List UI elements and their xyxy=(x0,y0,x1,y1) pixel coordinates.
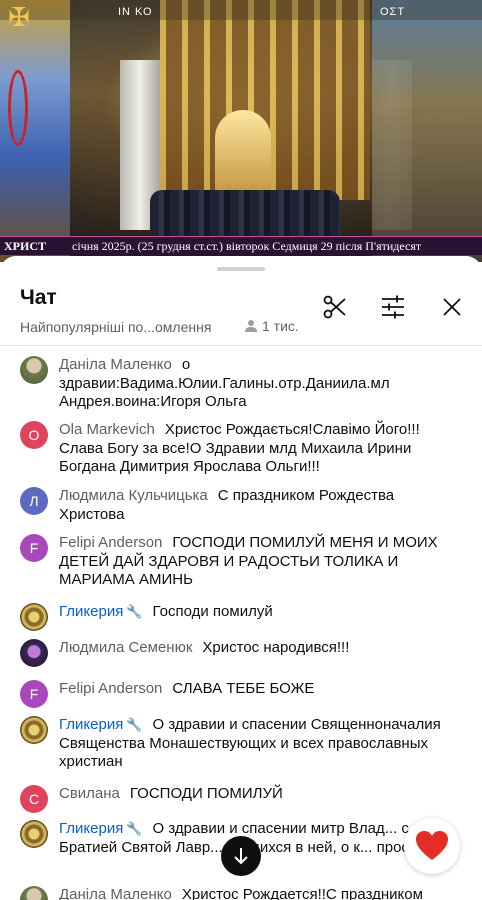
close-icon xyxy=(443,298,461,316)
wrench-icon: 🔧 xyxy=(126,604,143,619)
chat-message-body: Felipi Anderson СЛАВА ТЕБЕ БОЖЕ xyxy=(20,680,460,699)
author-name[interactable]: Felipi Anderson xyxy=(59,534,162,551)
author-name[interactable]: Людмила Семенюк xyxy=(59,639,192,656)
chat-message[interactable]: F Felipi Anderson ГОСПОДИ ПОМИЛУЙ МЕНЯ И … xyxy=(20,534,460,590)
live-chat-panel: Чат Найпопулярніші по...омлення 1 тис. Д… xyxy=(0,256,482,900)
chat-message-body: Людмила Семенюк Христос народився!!! xyxy=(20,639,460,658)
person-icon xyxy=(245,320,257,332)
chat-message[interactable]: Л Людмила Кульчицька С праздником Рождест… xyxy=(20,487,460,524)
message-text: Христос народився!!! xyxy=(202,639,350,656)
avatar[interactable] xyxy=(20,356,48,384)
chat-message-body: Felipi Anderson ГОСПОДИ ПОМИЛУЙ МЕНЯ И МО… xyxy=(20,534,460,590)
chat-title: Чат xyxy=(20,286,57,309)
video-top-banner xyxy=(0,0,482,20)
chat-message-body: Людмила Кульчицька С праздником Рождества… xyxy=(20,487,460,524)
chat-message[interactable]: Людмила Семенюк Христос народився!!! xyxy=(20,639,460,667)
author-name[interactable]: Даніла Маленко xyxy=(59,356,172,373)
message-text: Господи помилуй xyxy=(152,603,273,620)
video-overlay-text: ΙΝ ΚΟ xyxy=(118,6,153,18)
video-scene-left-wall xyxy=(0,0,70,262)
chat-message[interactable]: O Ola Markevich Христос Рождається!Славім… xyxy=(20,421,460,477)
chat-sort-dropdown[interactable]: Найпопулярніші по...омлення xyxy=(20,319,211,335)
avatar[interactable] xyxy=(20,639,48,667)
avatar[interactable] xyxy=(20,820,48,848)
wrench-icon: 🔧 xyxy=(126,821,143,836)
avatar[interactable]: O xyxy=(20,421,48,449)
author-name[interactable]: Гликерия 🔧 xyxy=(59,820,143,837)
chat-message-body: Даніла Маленко Христос Рождается!!С празд… xyxy=(20,886,460,900)
close-chat-button[interactable] xyxy=(437,292,467,322)
chat-message-body: Ola Markevich Христос Рождається!Славімо … xyxy=(20,421,460,477)
avatar[interactable] xyxy=(20,603,48,631)
viewer-count-label: 1 тис. xyxy=(262,318,299,334)
chat-message[interactable]: Гликерия 🔧 О здравии и спасении Священнона… xyxy=(20,716,460,772)
author-name[interactable]: Гликерия 🔧 xyxy=(59,603,143,620)
scroll-to-bottom-button[interactable] xyxy=(221,836,261,876)
heart-icon xyxy=(416,831,448,860)
avatar[interactable]: F xyxy=(20,534,48,562)
author-name[interactable]: Ola Markevich xyxy=(59,421,155,438)
video-overlay-text: ΟΣΤ xyxy=(380,6,406,18)
author-name[interactable]: Даніла Маленко xyxy=(59,886,172,900)
arrow-down-icon xyxy=(234,848,248,865)
avatar[interactable]: С xyxy=(20,785,48,813)
avatar[interactable]: F xyxy=(20,680,48,708)
chat-message[interactable]: Гликерия 🔧 Господи помилуй xyxy=(20,603,460,631)
video-ticker: ХРИСТ січня 2025р. (25 грудня ст.ст.) ві… xyxy=(0,236,482,255)
message-text: ГОСПОДИ ПОМИЛУЙ xyxy=(129,785,283,802)
clip-button[interactable] xyxy=(320,292,350,322)
message-text: СЛАВА ТЕБЕ БОЖЕ xyxy=(172,680,315,697)
avatar[interactable]: Л xyxy=(20,487,48,515)
chat-message[interactable]: F Felipi Anderson СЛАВА ТЕБЕ БОЖЕ xyxy=(20,680,460,708)
ticker-text: січня 2025р. (25 грудня ст.ст.) вівторок… xyxy=(72,239,422,253)
header-divider xyxy=(0,345,482,346)
reaction-button[interactable] xyxy=(404,818,460,874)
video-player[interactable]: ✠ ΙΝ ΚΟ ΟΣΤ ХРИСТ січня 2025р. (25 грудн… xyxy=(0,0,482,262)
chat-message[interactable]: Даніла Маленко о здравии:Вадима.Юлии.Гали… xyxy=(20,356,460,412)
chat-message-body: Даніла Маленко о здравии:Вадима.Юлии.Гали… xyxy=(20,356,460,412)
author-name[interactable]: Гликерия 🔧 xyxy=(59,716,143,733)
scissors-icon xyxy=(323,295,346,319)
chat-settings-button[interactable] xyxy=(378,292,408,322)
channel-logo-icon: ✠ xyxy=(8,2,30,32)
chat-message-body: Свилана ГОСПОДИ ПОМИЛУЙ xyxy=(20,785,460,804)
viewer-count: 1 тис. xyxy=(244,318,299,334)
wrench-icon: 🔧 xyxy=(126,717,143,732)
chat-message[interactable]: С Свилана ГОСПОДИ ПОМИЛУЙ xyxy=(20,785,460,813)
chat-message[interactable]: Даніла Маленко Христос Рождается!!С празд… xyxy=(20,886,460,900)
drag-handle[interactable] xyxy=(217,267,265,271)
tune-icon xyxy=(382,295,404,319)
author-name[interactable]: Людмила Кульчицька xyxy=(59,487,208,504)
author-name[interactable]: Свилана xyxy=(59,785,120,802)
chat-message-body: Гликерия 🔧 О здравии и спасении Священнона… xyxy=(20,716,460,772)
message-text: Христос Рождается!!С праздником xyxy=(181,886,423,900)
ticker-left-text: ХРИСТ xyxy=(4,239,46,253)
video-scene-crowd xyxy=(150,190,340,240)
chat-message-body: Гликерия 🔧 Господи помилуй xyxy=(20,603,460,622)
video-scene-right-wall xyxy=(372,0,482,262)
avatar[interactable] xyxy=(20,716,48,744)
author-name[interactable]: Felipi Anderson xyxy=(59,680,162,697)
